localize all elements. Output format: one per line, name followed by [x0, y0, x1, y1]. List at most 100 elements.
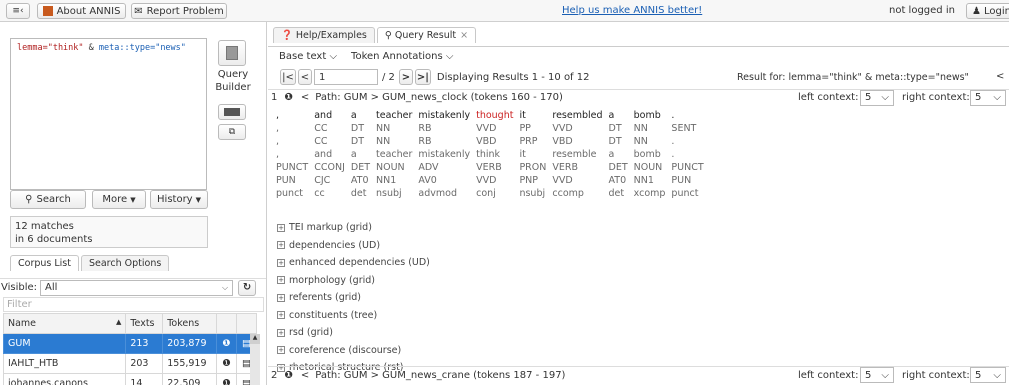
annotation-cell: ,: [276, 136, 280, 147]
info-icon[interactable]: ❶: [284, 370, 292, 381]
expand-icon: +: [277, 346, 285, 355]
query-builder-icon-button[interactable]: [218, 40, 246, 66]
info-icon[interactable]: ❶: [284, 92, 292, 103]
keyboard-button[interactable]: [218, 104, 246, 120]
annotation-layer-item[interactable]: + referents (grid): [277, 289, 430, 307]
prev-page-button[interactable]: <: [298, 69, 312, 85]
annotation-cell: CJC: [314, 175, 331, 186]
search-label: Search: [36, 194, 71, 205]
annotation-cell: det: [608, 188, 625, 199]
visible-select[interactable]: All ⌵: [40, 279, 234, 296]
share-icon[interactable]: <: [996, 71, 1004, 82]
table-row[interactable]: IAHLT_HTB 203 155,919 ❶ ▤: [2, 353, 258, 374]
splitter[interactable]: [266, 22, 267, 385]
annotation-cell: VBD: [476, 136, 497, 147]
table-row[interactable]: GUM 213 203,879 ❶ ▤: [2, 333, 258, 354]
annotation-cell: PUNCT: [276, 162, 309, 173]
about-button[interactable]: About ANNIS: [37, 3, 126, 19]
corpus-name: GUM: [2, 333, 127, 354]
annotation-layers: + TEI markup (grid) + dependencies (UD) + enh…: [277, 219, 430, 377]
info-icon[interactable]: ❶: [215, 353, 237, 374]
column-texts[interactable]: Texts: [125, 313, 164, 334]
query-builder-label[interactable]: Query Builder: [212, 68, 254, 94]
search-button[interactable]: ⚲ Search: [10, 190, 86, 209]
column-doc: [235, 313, 258, 334]
annotation-cell: NN1: [376, 175, 397, 186]
token-cell: mistakenly: [418, 110, 471, 121]
corpus-filter-input[interactable]: Filter: [3, 297, 264, 312]
token-cell: thought: [476, 110, 514, 121]
first-page-button[interactable]: |<: [280, 69, 296, 85]
copy-button[interactable]: ⧉: [218, 124, 246, 140]
token-cell: resembled: [552, 110, 603, 121]
info-icon[interactable]: ❶: [215, 333, 237, 354]
corpus-name: IAHLT_HTB: [2, 353, 127, 374]
annotation-layer-item[interactable]: + enhanced dependencies (UD): [277, 254, 430, 272]
match-count-box: 12 matches in 6 documents: [10, 216, 208, 248]
annotation-layer-item[interactable]: + TEI markup (grid): [277, 219, 430, 237]
page-input[interactable]: 1: [314, 69, 378, 85]
right-context-select[interactable]: 5 ⌵: [970, 367, 1006, 383]
left-context-select[interactable]: 5 ⌵: [860, 89, 894, 106]
tab-corpus-list[interactable]: Corpus List: [10, 255, 79, 271]
pagination: |< < 1 / 2 > >| Displaying Results 1 - 1…: [280, 68, 590, 86]
right-context-select[interactable]: 5 ⌵: [970, 89, 1006, 106]
annotation-cell: PUN: [276, 175, 296, 186]
annotation-cell: NOUN: [633, 162, 663, 173]
annotation-cell: punct: [671, 188, 699, 199]
annotation-layer-item[interactable]: + morphology (grid): [277, 272, 430, 290]
sort-asc-icon: ▲: [115, 318, 122, 326]
annotation-layer-item[interactable]: + dependencies (UD): [277, 237, 430, 255]
info-icon[interactable]: ❶: [215, 373, 237, 385]
corpus-scrollbar[interactable]: ▲: [250, 334, 260, 385]
last-page-button[interactable]: >|: [414, 69, 431, 85]
corpus-table-header: Name ▲ Texts Tokens: [2, 313, 258, 334]
sidebar-toggle-button[interactable]: ≡‹: [6, 3, 30, 19]
tab-query-result[interactable]: ⚲ Query Result ×: [376, 27, 477, 43]
token-cell: and: [314, 110, 333, 121]
feedback-link[interactable]: Help us make ANNIS better!: [562, 5, 702, 16]
table-row[interactable]: johannes.canons 14 22,509 ❶ ▤: [2, 373, 258, 385]
annotation-cell: nsubj: [519, 188, 546, 199]
report-problem-button[interactable]: ✉ Report Problem: [131, 3, 227, 19]
annotation-layer-item[interactable]: + rsd (grid): [277, 324, 430, 342]
query-editor[interactable]: lemma="think" & meta::type="news": [10, 38, 207, 190]
tab-search-options[interactable]: Search Options: [80, 255, 170, 271]
close-icon[interactable]: ×: [460, 30, 468, 41]
annotation-cell: a: [350, 149, 357, 160]
column-tokens[interactable]: Tokens: [162, 313, 217, 334]
scroll-up-icon[interactable]: ▲: [250, 334, 260, 344]
annotation-cell: DT: [350, 136, 365, 147]
annotation-cell: ccomp: [552, 188, 584, 199]
refresh-button[interactable]: ↻: [238, 279, 257, 296]
corpus-table: Name ▲ Texts Tokens GUM 213 203,879 ❶ ▤ I…: [2, 313, 258, 385]
annotation-layer-item[interactable]: + constituents (tree): [277, 307, 430, 325]
left-context-select[interactable]: 5 ⌵: [860, 367, 894, 383]
caret-down-icon: ▼: [130, 195, 136, 204]
next-page-button[interactable]: >: [398, 69, 413, 85]
login-button[interactable]: ♟ Login: [966, 3, 1009, 19]
share-icon[interactable]: <: [301, 370, 309, 381]
annotation-cell: DT: [350, 123, 365, 134]
annotation-cell: .: [671, 136, 675, 147]
base-text-dropdown[interactable]: Base text ⌵: [279, 51, 337, 62]
annotation-cell: RB: [418, 123, 432, 134]
annotation-cell: NOUN: [376, 162, 405, 173]
token-annotations-dropdown[interactable]: Token Annotations ⌵: [351, 51, 453, 62]
annotation-layer-item[interactable]: + coreference (discourse): [277, 342, 430, 360]
more-button[interactable]: More ▼: [92, 190, 146, 209]
tab-help-examples[interactable]: ❓ Help/Examples: [273, 27, 375, 43]
history-button[interactable]: History ▼: [150, 190, 208, 209]
annotation-cell: CC: [314, 136, 328, 147]
annotation-cell: PUN: [671, 175, 692, 186]
expand-icon: +: [277, 293, 285, 302]
chevron-down-icon: ⌵: [445, 51, 454, 62]
annotation-cell: think: [476, 149, 501, 160]
annotation-cell: VVD: [476, 175, 497, 186]
corpus-tabs: Corpus List Search Options: [10, 255, 171, 271]
match-path: Path: GUM > GUM_news_crane (tokens 187 -…: [315, 369, 566, 381]
last-page-icon: >|: [416, 71, 429, 83]
column-name[interactable]: Name ▲: [2, 313, 127, 334]
share-icon[interactable]: <: [301, 92, 309, 103]
column-info: [215, 313, 237, 334]
